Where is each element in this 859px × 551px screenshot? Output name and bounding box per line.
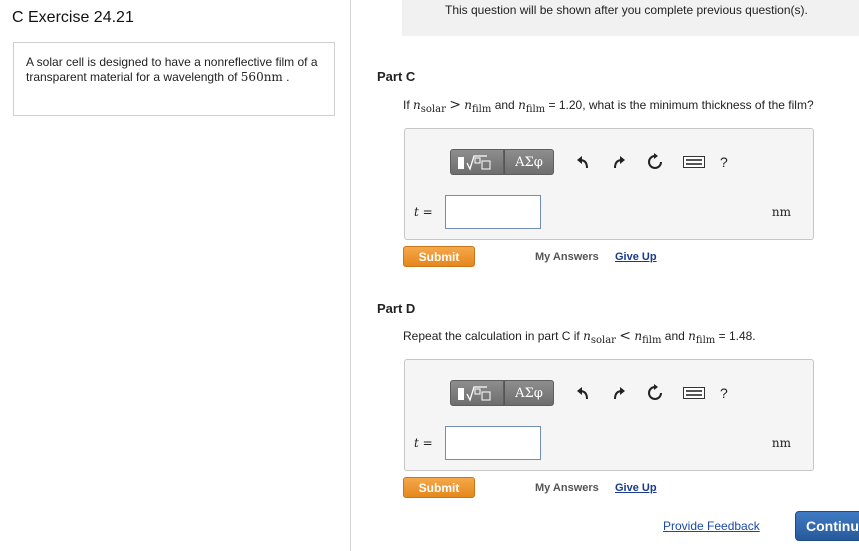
n-symbol: n xyxy=(688,329,696,343)
n-symbol: n xyxy=(464,98,472,112)
part-c-question: If nsolar > nfilm and nfilm = 1.20, what… xyxy=(403,97,814,115)
part-c-answer-input[interactable] xyxy=(445,195,541,229)
part-c-title: Part C xyxy=(377,69,416,84)
variable-label: t = xyxy=(414,205,433,219)
and-word: and xyxy=(664,329,685,343)
part-c-submit-button[interactable]: Submit xyxy=(403,246,475,267)
reset-icon[interactable] xyxy=(644,151,666,173)
relation-symbol: > xyxy=(449,97,461,113)
part-d-answer-input[interactable] xyxy=(445,426,541,460)
problem-wavelength: 560nm xyxy=(240,70,283,84)
subscript: film xyxy=(525,104,546,115)
page-title: C Exercise 24.21 xyxy=(12,9,134,26)
part-c-answer-box: ΑΣφ ? t = nm xyxy=(404,128,814,240)
part-d-submit-button[interactable]: Submit xyxy=(403,477,475,498)
and-word: and xyxy=(494,98,515,112)
question-suffix: = 1.48. xyxy=(718,329,756,343)
part-d-title: Part D xyxy=(377,301,416,316)
greek-symbols-icon[interactable]: ΑΣφ xyxy=(504,380,554,406)
greek-symbols-icon[interactable]: ΑΣφ xyxy=(504,149,554,175)
math-toolbar: ΑΣφ ? xyxy=(450,378,728,408)
n-symbol: n xyxy=(518,98,526,112)
column-divider xyxy=(350,0,351,551)
variable-label: t = xyxy=(414,436,433,450)
n-symbol: n xyxy=(634,329,643,343)
question-prefix: If xyxy=(403,98,410,112)
subscript: film xyxy=(642,335,662,346)
part-d-give-up-link[interactable]: Give Up xyxy=(615,482,657,494)
undo-icon[interactable] xyxy=(572,382,594,404)
help-icon[interactable]: ? xyxy=(720,154,728,170)
relation-symbol: < xyxy=(619,328,632,344)
subscript: film xyxy=(695,335,716,346)
templates-icon[interactable] xyxy=(450,380,504,406)
unit-label: nm xyxy=(771,205,791,219)
problem-statement: A solar cell is designed to have a nonre… xyxy=(13,42,335,116)
subscript: solar xyxy=(420,104,446,115)
reset-icon[interactable] xyxy=(644,382,666,404)
unit-label: nm xyxy=(771,436,791,450)
variable-text: t = xyxy=(414,205,433,219)
part-d-my-answers-link[interactable]: My Answers xyxy=(535,482,599,494)
question-suffix: = 1.20, what is the minimum thickness of… xyxy=(548,98,814,112)
part-d-question: Repeat the calculation in part C if nsol… xyxy=(403,328,756,346)
locked-question-notice: This question will be shown after you co… xyxy=(402,0,859,36)
math-toolbar: ΑΣφ ? xyxy=(450,147,728,177)
subscript: film xyxy=(472,104,492,115)
question-prefix: Repeat the calculation in part C if xyxy=(403,329,580,343)
n-symbol: n xyxy=(413,98,421,112)
redo-icon[interactable] xyxy=(608,382,630,404)
part-c-my-answers-link[interactable]: My Answers xyxy=(535,251,599,263)
n-symbol: n xyxy=(583,329,591,343)
problem-end: . xyxy=(286,70,290,84)
variable-text: t = xyxy=(414,436,433,450)
undo-icon[interactable] xyxy=(572,151,594,173)
redo-icon[interactable] xyxy=(608,151,630,173)
keyboard-icon[interactable] xyxy=(682,382,706,404)
provide-feedback-link[interactable]: Provide Feedback xyxy=(663,519,760,533)
part-c-give-up-link[interactable]: Give Up xyxy=(615,251,657,263)
templates-icon[interactable] xyxy=(450,149,504,175)
help-icon[interactable]: ? xyxy=(720,385,728,401)
continue-button[interactable]: Continue xyxy=(795,511,859,541)
part-d-answer-box: ΑΣφ ? t = nm xyxy=(404,359,814,471)
keyboard-icon[interactable] xyxy=(682,151,706,173)
subscript: solar xyxy=(590,335,616,346)
